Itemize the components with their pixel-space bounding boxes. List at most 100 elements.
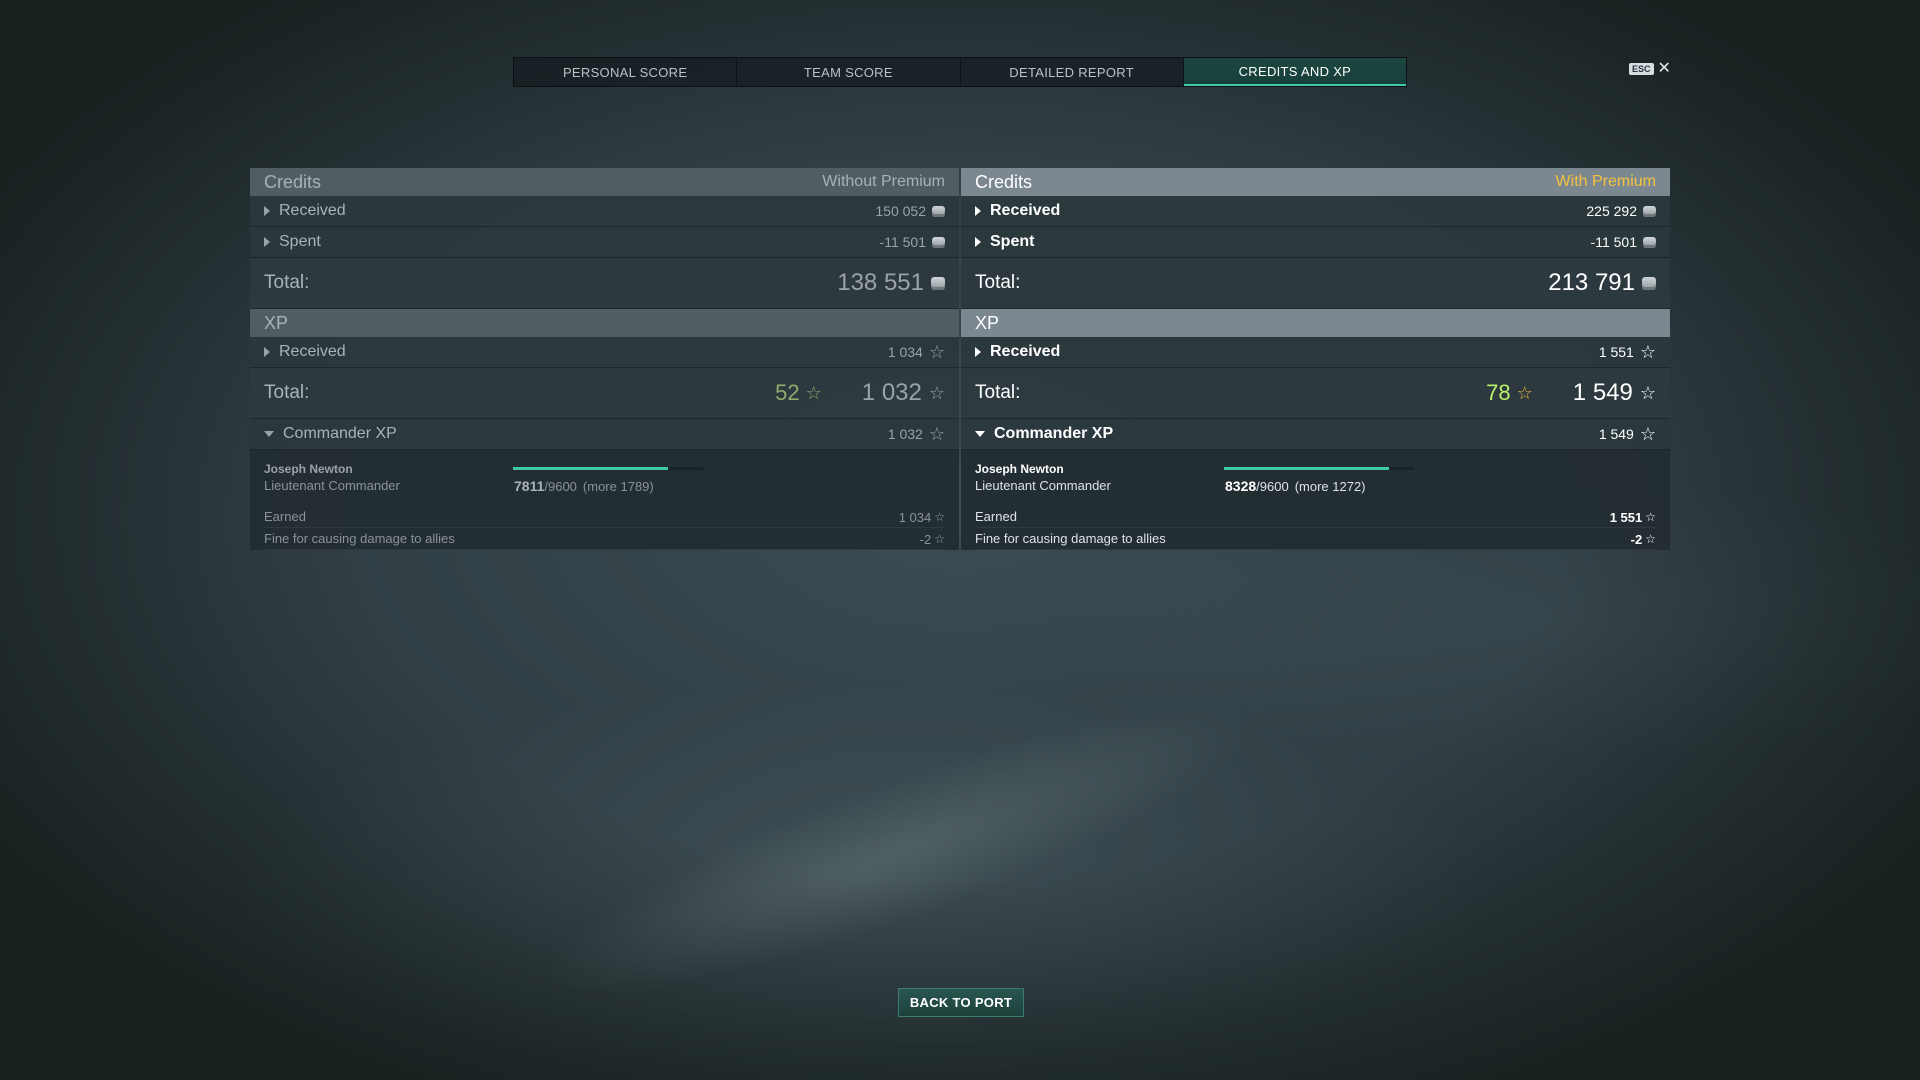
tab-team-score[interactable]: TEAM SCORE <box>737 58 961 86</box>
star-icon: ☆ <box>934 510 945 524</box>
earned-value: 1 034 <box>898 509 932 525</box>
total-label: Total: <box>975 382 1021 403</box>
commander-xp-row[interactable]: Commander XP 1 549 ☆ <box>961 419 1670 450</box>
tab-detailed-report[interactable]: DETAILED REPORT <box>961 58 1184 86</box>
commander-xp-breakdown: Earned 1 551 ☆ Fine for causing damage to… <box>975 506 1656 550</box>
credits-section-header: Credits Without Premium <box>250 168 959 196</box>
earned-label: Earned <box>264 509 306 524</box>
credits-spent-value: -11 501 <box>1590 234 1637 250</box>
fine-value: -2 <box>919 531 932 547</box>
credits-title: Credits <box>264 171 322 192</box>
xp-received-row[interactable]: Received 1 551 ☆ <box>961 337 1670 368</box>
expand-arrow-icon[interactable] <box>975 206 981 216</box>
xp-current: 7811 <box>514 478 545 494</box>
credits-icon <box>932 236 945 248</box>
free-xp-star-icon: ☆ <box>805 383 822 403</box>
xp-total-row: Total: 52 ☆ 1 032 ☆ <box>250 368 959 419</box>
collapse-arrow-icon[interactable] <box>975 431 985 437</box>
xp-total-row: Total: 78 ☆ 1 549 ☆ <box>961 368 1670 419</box>
credits-section-header: Credits With Premium <box>961 168 1670 196</box>
credits-icon <box>1642 276 1656 290</box>
credits-spent-value: -11 501 <box>879 234 926 250</box>
star-icon: ☆ <box>928 342 945 362</box>
back-to-port-button[interactable]: BACK TO PORT <box>898 988 1024 1017</box>
close-button[interactable]: ESC ✕ <box>1629 61 1671 77</box>
progress-fill <box>513 467 668 470</box>
credits-icon <box>1643 236 1656 248</box>
credits-total-row: Total: 138 551 <box>250 258 959 309</box>
premium-mode-label: With Premium <box>1555 173 1656 190</box>
xp-received-value: 1 551 <box>1598 344 1634 360</box>
esc-key-hint: ESC <box>1629 63 1654 75</box>
total-label: Total: <box>264 272 310 293</box>
commander-xp-breakdown: Earned 1 034 ☆ Fine for causing damage to… <box>264 506 945 550</box>
credits-received-value: 150 052 <box>875 203 926 219</box>
fine-label: Fine for causing damage to allies <box>264 531 455 546</box>
star-icon: ☆ <box>1639 383 1656 403</box>
row-label: Spent <box>990 233 1035 250</box>
row-label: Received <box>990 343 1061 360</box>
commander-xp-value: 1 032 <box>887 426 923 442</box>
expand-arrow-icon[interactable] <box>264 347 270 357</box>
star-icon: ☆ <box>928 383 945 403</box>
credits-received-row[interactable]: Received 225 292 <box>961 196 1670 227</box>
star-icon: ☆ <box>1639 424 1656 444</box>
commander-xp-progress-bar <box>1224 467 1414 470</box>
row-label: Commander XP <box>283 425 397 442</box>
with-premium-panel: Credits With Premium Received 225 292 Sp… <box>961 168 1670 550</box>
earned-row: Earned 1 551 ☆ <box>975 506 1656 528</box>
xp-received-value: 1 034 <box>887 344 923 360</box>
xp-total-value: 1 549 <box>1572 379 1633 406</box>
xp-remaining: (more 1789) <box>582 479 654 494</box>
star-icon: ☆ <box>1645 532 1656 546</box>
row-label: Received <box>990 202 1061 219</box>
credits-spent-row[interactable]: Spent -11 501 <box>961 227 1670 258</box>
earned-row: Earned 1 034 ☆ <box>264 506 945 528</box>
credits-spent-row[interactable]: Spent -11 501 <box>250 227 959 258</box>
credits-total-value: 213 791 <box>1548 269 1635 296</box>
free-xp-value: 52 <box>775 380 800 405</box>
credits-icon <box>932 205 945 217</box>
row-label: Received <box>279 343 346 360</box>
xp-max: /9600 <box>544 479 577 494</box>
xp-section-header: XP <box>250 309 959 337</box>
commander-details: Joseph Newton Lieutenant Commander 7811/… <box>250 450 959 550</box>
xp-max: /9600 <box>1256 479 1289 494</box>
credits-icon <box>931 276 945 290</box>
xp-section-header: XP <box>961 309 1670 337</box>
free-xp-value: 78 <box>1486 380 1511 405</box>
xp-total-value: 1 032 <box>861 379 922 406</box>
results-tabs: PERSONAL SCORE TEAM SCORE DETAILED REPOR… <box>513 57 1407 87</box>
xp-title: XP <box>975 312 1000 333</box>
free-xp-star-icon: ☆ <box>1516 383 1533 403</box>
commander-xp-row[interactable]: Commander XP 1 032 ☆ <box>250 419 959 450</box>
total-label: Total: <box>975 272 1021 293</box>
collapse-arrow-icon[interactable] <box>264 431 274 437</box>
tab-credits-and-xp[interactable]: CREDITS AND XP <box>1183 58 1406 86</box>
credits-received-row[interactable]: Received 150 052 <box>250 196 959 227</box>
xp-remaining: (more 1272) <box>1294 479 1366 494</box>
star-icon: ☆ <box>1645 510 1656 524</box>
without-premium-panel: Credits Without Premium Received 150 052… <box>250 168 959 550</box>
mode-label: Without Premium <box>822 173 945 190</box>
commander-xp-progress-text: 8328/9600 (more 1272) <box>1225 478 1366 494</box>
xp-title: XP <box>264 312 289 333</box>
earned-value: 1 551 <box>1609 509 1643 525</box>
credits-total-value: 138 551 <box>837 269 924 296</box>
credits-icon <box>1643 205 1656 217</box>
expand-arrow-icon[interactable] <box>975 237 981 247</box>
expand-arrow-icon[interactable] <box>264 206 270 216</box>
row-label: Received <box>279 202 346 219</box>
expand-arrow-icon[interactable] <box>975 347 981 357</box>
expand-arrow-icon[interactable] <box>264 237 270 247</box>
commander-details: Joseph Newton Lieutenant Commander 8328/… <box>961 450 1670 550</box>
star-icon: ☆ <box>1639 342 1656 362</box>
fine-row: Fine for causing damage to allies -2 ☆ <box>264 528 945 550</box>
tab-personal-score[interactable]: PERSONAL SCORE <box>514 58 738 86</box>
star-icon: ☆ <box>934 532 945 546</box>
fine-value: -2 <box>1630 531 1643 547</box>
commander-xp-value: 1 549 <box>1598 426 1634 442</box>
row-label: Commander XP <box>994 425 1114 442</box>
credits-title: Credits <box>975 171 1033 192</box>
xp-received-row[interactable]: Received 1 034 ☆ <box>250 337 959 368</box>
